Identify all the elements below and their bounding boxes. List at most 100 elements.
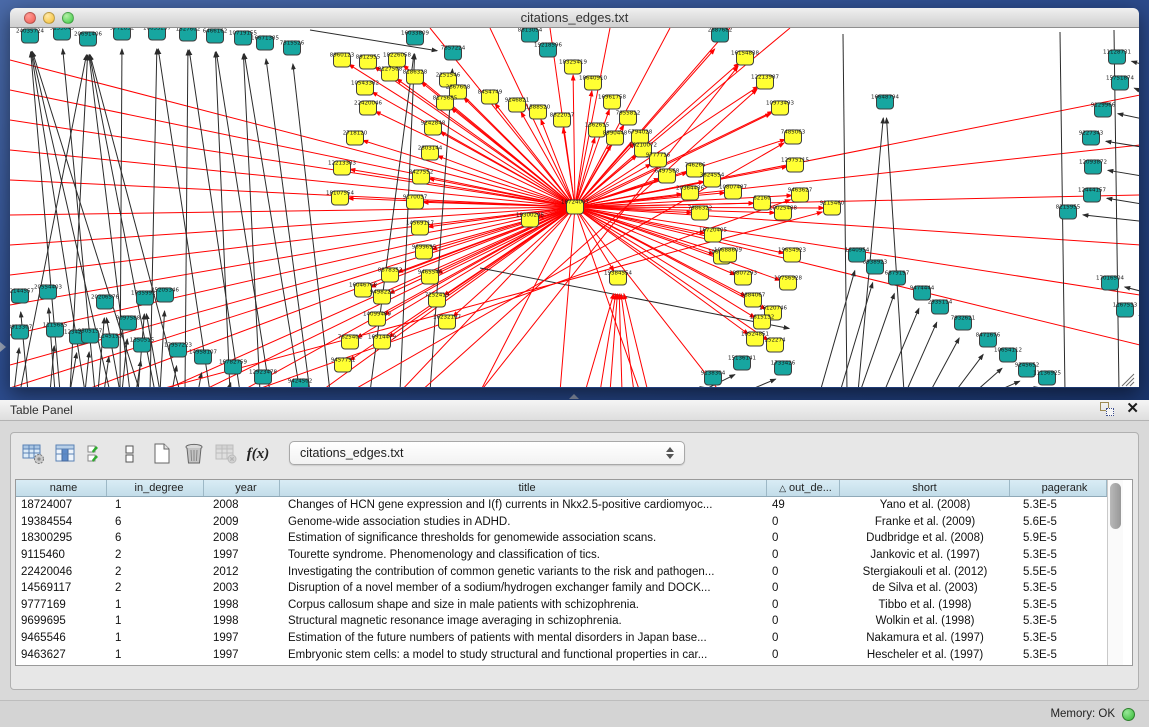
table-cell[interactable]: 9115460 — [16, 547, 107, 564]
column-header-year[interactable]: year — [204, 480, 280, 496]
network-node[interactable]: 9505157 — [78, 329, 103, 344]
table-row[interactable]: 2242004622012Investigating the contribut… — [16, 563, 1107, 580]
table-cell[interactable]: Stergiakouli et al. (2012) — [840, 563, 1010, 580]
citation-edge-black[interactable] — [930, 338, 959, 387]
network-node[interactable]: 11136925 — [1033, 371, 1061, 386]
table-row[interactable]: 1938455462009Genome-wide association stu… — [16, 514, 1107, 531]
network-node[interactable]: 9170037 — [403, 195, 428, 210]
column-header-short[interactable]: short — [840, 480, 1010, 496]
citation-edge-black[interactable] — [106, 318, 120, 387]
table-cell[interactable]: Embryonic stem cells: a model to study s… — [280, 646, 767, 663]
citation-edge-black[interactable] — [975, 368, 1002, 387]
network-node[interactable]: 2687682 — [708, 28, 733, 42]
network-node[interactable]: 9127508 — [378, 67, 403, 82]
table-row[interactable]: 1456911722003Disruption of a novel membe… — [16, 580, 1107, 597]
citation-edge-black[interactable] — [243, 54, 260, 387]
table-row[interactable]: 1830029562008Estimation of significance … — [16, 530, 1107, 547]
table-cell[interactable]: 6 — [107, 514, 204, 531]
table-cell[interactable]: 9777169 — [16, 597, 107, 614]
network-node[interactable]: 7932621 — [951, 316, 976, 331]
table-cell[interactable]: Changes of HCN gene expression and I(f) … — [280, 497, 767, 514]
panel-divider-handle[interactable] — [569, 394, 579, 399]
select-columns-icon[interactable] — [83, 439, 113, 469]
citation-edge-black[interactable] — [1107, 198, 1139, 205]
citation-edge-black[interactable] — [14, 348, 19, 387]
network-node[interactable]: 12144557 — [10, 289, 34, 304]
citation-edge-black[interactable] — [887, 118, 904, 387]
column-header-name[interactable]: name — [16, 480, 107, 496]
network-node[interactable]: 2935114 — [928, 300, 953, 315]
table-scrollbar[interactable] — [1107, 480, 1123, 665]
resize-grip-icon[interactable] — [1130, 382, 1134, 386]
scrollbar-thumb[interactable] — [1110, 483, 1121, 529]
table-cell[interactable]: Estimation of the future numbers of pati… — [280, 630, 767, 647]
table-cell[interactable]: 5.3E-5 — [1010, 646, 1107, 663]
network-node[interactable]: 20364436 — [676, 186, 704, 201]
table-cell[interactable]: 0 — [767, 597, 840, 614]
table-cell[interactable]: 2 — [107, 547, 204, 564]
citation-edge-black[interactable] — [1134, 88, 1139, 94]
table-row[interactable]: 977716911998Corpus callosum shape and si… — [16, 597, 1107, 614]
network-node[interactable]: 9115460 — [820, 201, 845, 216]
network-node[interactable]: 9155049 — [50, 28, 75, 40]
table-cell[interactable]: 1 — [107, 613, 204, 630]
citation-edge-black[interactable] — [21, 312, 28, 387]
table-cell[interactable]: Estimation of significance thresholds fo… — [280, 530, 767, 547]
network-node[interactable]: 7515526 — [280, 41, 305, 56]
table-cell[interactable]: Jankovic et al. (1997) — [840, 547, 1010, 564]
float-panel-icon[interactable] — [1100, 402, 1114, 416]
table-cell[interactable]: 1 — [107, 497, 204, 514]
table-cell[interactable]: 5.9E-5 — [1010, 530, 1107, 547]
network-graph[interactable]: 2403572491550492069140697728521065525715… — [10, 28, 1139, 387]
network-node[interactable]: 6466162 — [203, 29, 228, 44]
network-node[interactable]: 1167533 — [1113, 303, 1138, 318]
citation-edge-black[interactable] — [85, 352, 89, 387]
table-cell[interactable]: 18724007 — [16, 497, 107, 514]
citation-edge-red[interactable] — [10, 90, 575, 207]
network-node[interactable]: 19756928 — [774, 276, 802, 291]
network-node[interactable]: 18107554 — [326, 191, 354, 206]
network-node[interactable]: 16033809 — [401, 31, 429, 46]
table-cell[interactable]: 1 — [107, 630, 204, 647]
column-header-title[interactable]: title — [280, 480, 767, 496]
zoom-window-button[interactable] — [62, 12, 74, 24]
network-node[interactable]: 8427552 — [409, 170, 434, 185]
network-node[interactable]: 6497568 — [655, 169, 680, 184]
table-cell[interactable]: 2 — [107, 580, 204, 597]
table-cell[interactable]: 0 — [767, 630, 840, 647]
close-panel-icon[interactable]: ✕ — [1126, 402, 1139, 416]
network-node[interactable]: 3913307 — [10, 325, 33, 340]
table-cell[interactable]: Corpus callosum shape and size in male p… — [280, 597, 767, 614]
citation-edge-black[interactable] — [189, 50, 240, 387]
network-node[interactable]: 1527602 — [176, 28, 201, 41]
citation-edge-black[interactable] — [215, 52, 230, 387]
table-cell[interactable]: 0 — [767, 530, 840, 547]
table-cell[interactable]: 5.6E-5 — [1010, 514, 1107, 531]
citation-edge-black[interactable] — [1108, 170, 1139, 177]
citation-edge-black[interactable] — [843, 34, 847, 387]
close-window-button[interactable] — [24, 12, 36, 24]
network-node[interactable]: 8990448 — [603, 131, 628, 146]
table-cell[interactable]: Wolkin et al. (1998) — [840, 613, 1010, 630]
network-node[interactable]: 9129966 — [1091, 103, 1116, 118]
network-node[interactable]: 8454749 — [478, 90, 503, 105]
citation-edge-black[interactable] — [1125, 287, 1139, 293]
network-node[interactable]: 10654112 — [994, 348, 1022, 363]
network-node[interactable]: 17016504 — [1096, 276, 1124, 291]
citation-edge-red[interactable] — [560, 207, 575, 387]
network-node[interactable]: 7857224 — [441, 46, 466, 61]
network-node[interactable]: 10543382 — [351, 81, 379, 96]
table-cell[interactable]: 1997 — [204, 547, 280, 564]
network-node[interactable]: 6879197 — [885, 271, 910, 286]
citation-edge-red[interactable] — [10, 207, 575, 215]
citation-edge-black[interactable] — [150, 49, 157, 387]
network-node[interactable]: 9777716 — [646, 153, 671, 168]
network-node[interactable]: 18640910 — [579, 76, 607, 91]
citation-edge-black[interactable] — [840, 283, 873, 387]
citation-edge-red[interactable] — [585, 294, 614, 387]
network-node[interactable]: 12093872 — [1079, 160, 1107, 175]
minimize-window-button[interactable] — [43, 12, 55, 24]
table-row[interactable]: 911546021997Tourette syndrome. Phenomeno… — [16, 547, 1107, 564]
citation-edge-red[interactable] — [575, 28, 610, 207]
table-cell[interactable]: 2008 — [204, 497, 280, 514]
